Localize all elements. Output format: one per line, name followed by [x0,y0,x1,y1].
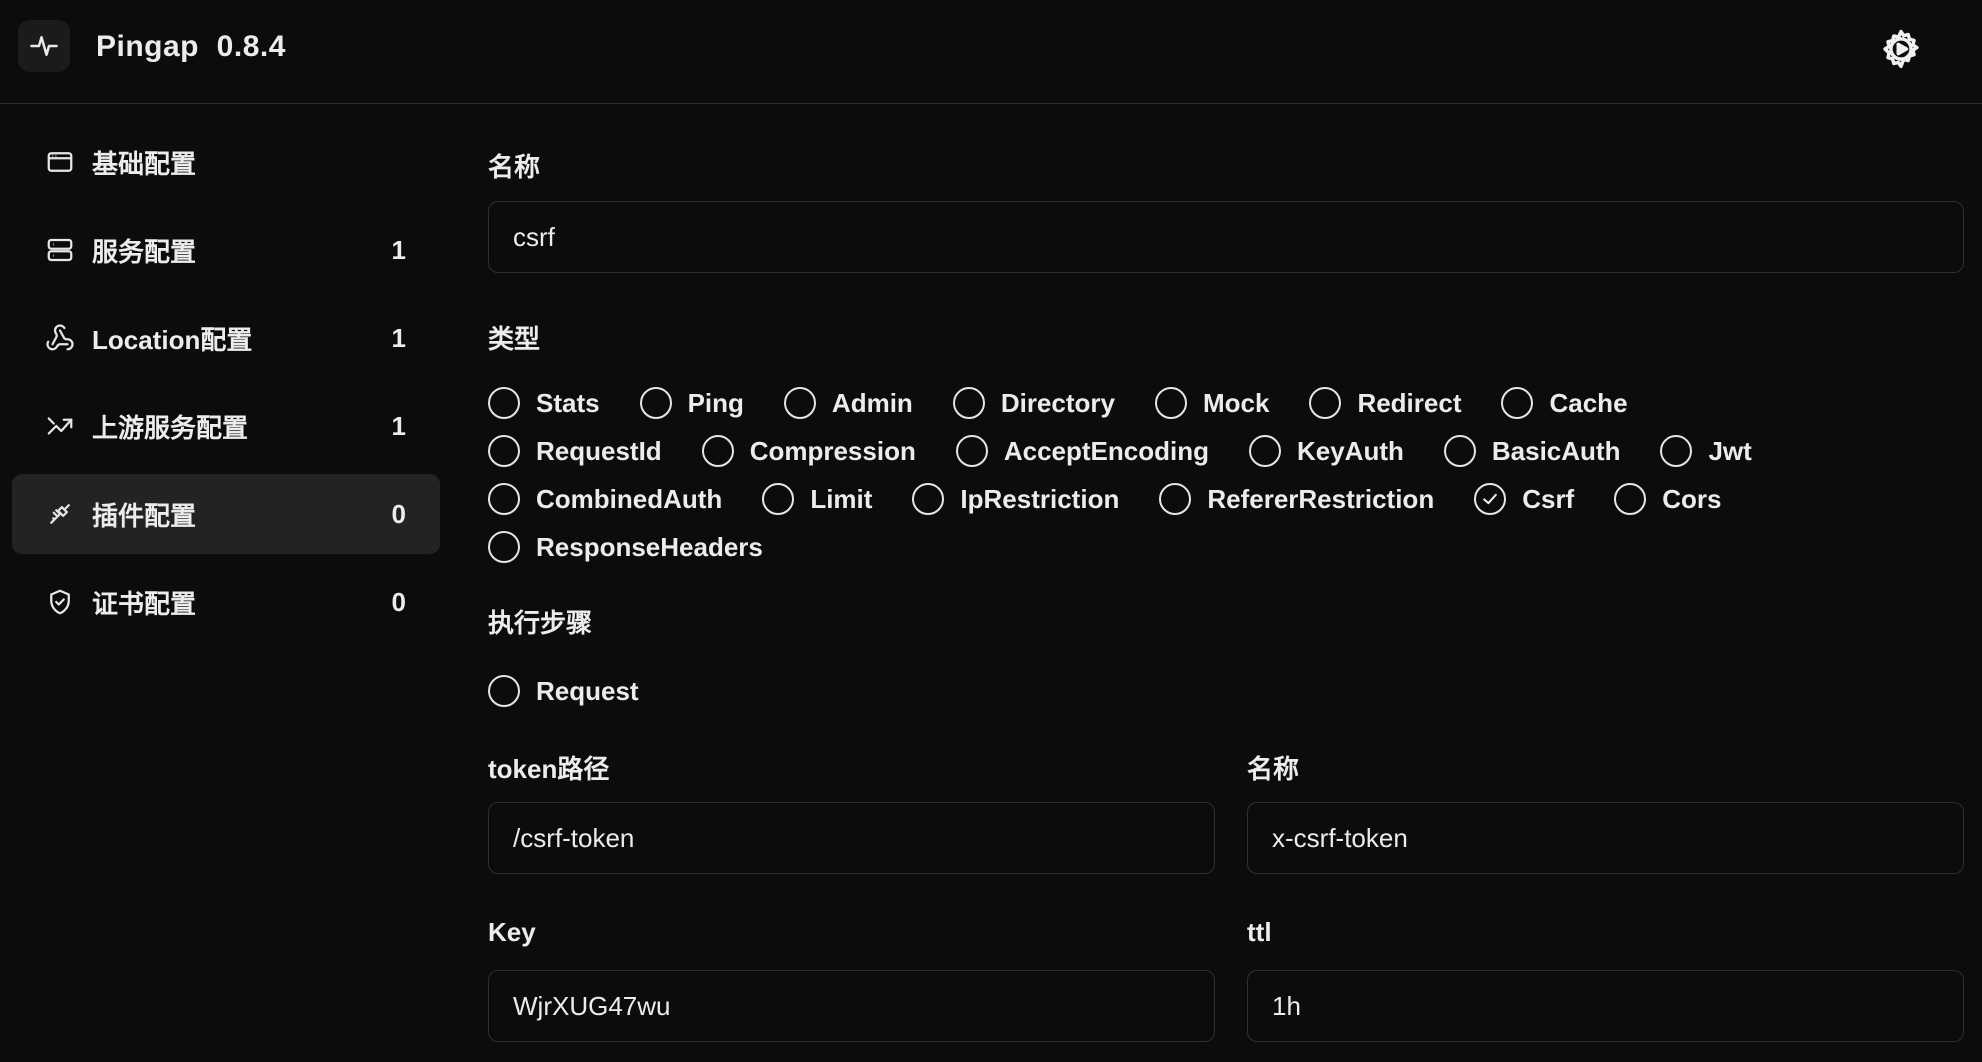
type-option-iprestriction[interactable]: IpRestriction [912,483,1119,515]
sidebar-item-label: 服务配置 [92,236,197,267]
app-logo[interactable] [18,20,70,72]
name-label: 名称 [488,152,541,182]
type-option-cache[interactable]: Cache [1501,387,1628,419]
sidebar-item-label: 证书配置 [92,588,197,619]
key-label: Key [488,917,536,947]
radio-circle-icon [1443,435,1476,467]
token-path-input[interactable] [488,802,1215,874]
type-option-directory[interactable]: Directory [952,387,1115,419]
radio-circle-icon [1154,387,1187,419]
radio-circle-icon [488,531,520,563]
type-radio-row: ResponseHeaders [488,527,803,567]
radio-circle-icon [952,387,985,419]
type-option-keyauth[interactable]: KeyAuth [1248,435,1404,467]
radio-circle-icon [488,483,520,515]
radio-circle-icon [1501,387,1534,419]
sidebar-item-server-config[interactable]: 服务配置 1 [12,210,440,290]
type-option-basicauth[interactable]: BasicAuth [1443,435,1620,467]
type-option-acceptencoding[interactable]: AcceptEncoding [955,435,1209,467]
radio-circle-icon [701,435,734,467]
app-header: Pingap 0.8.4 [0,0,1982,104]
ttl-label: ttl [1247,917,1272,947]
sidebar-item-label: Location配置 [92,324,253,355]
key-input[interactable] [488,970,1215,1042]
gear-play-icon [1883,29,1919,69]
type-option-responseheaders[interactable]: ResponseHeaders [488,531,763,563]
type-option-requestid[interactable]: RequestId [488,435,662,467]
ttl-input[interactable] [1247,970,1964,1042]
sidebar-item-label: 基础配置 [92,148,197,179]
radio-circle-icon [639,387,672,419]
sidebar-item-cert-config[interactable]: 证书配置 0 [12,562,440,642]
type-option-mock[interactable]: Mock [1154,387,1269,419]
radio-circle-icon [488,435,520,467]
radio-circle-icon [1248,435,1281,467]
plug-icon [44,498,76,530]
trending-up-icon [44,410,76,442]
sidebar-nav: 基础配置 服务配置 1 Location配置 1 上游服务配置 1 插件配置 0 [0,105,450,1062]
radio-circle-icon [1159,483,1192,515]
radio-circle-icon [1614,483,1647,515]
radio-circle-icon [1309,387,1342,419]
type-option-csrf[interactable]: Csrf [1474,483,1574,515]
sidebar-item-upstream-config[interactable]: 上游服务配置 1 [12,386,440,466]
type-radio-row: RequestId Compression AcceptEncoding Key… [488,431,1792,471]
step-option-request[interactable]: Request [488,675,639,707]
sidebar-item-count: 1 [391,410,406,441]
token-name-label: 名称 [1247,754,1300,784]
sidebar-item-location-config[interactable]: Location配置 1 [12,298,440,378]
type-radio-row: Stats Ping Admin Directory Mock Redirect… [488,383,1668,423]
radio-circle-icon [488,387,520,419]
sidebar-item-basic-config[interactable]: 基础配置 [12,122,440,202]
type-option-cors[interactable]: Cors [1614,483,1721,515]
type-label: 类型 [488,324,541,354]
type-option-stats[interactable]: Stats [488,387,600,419]
browser-window-icon [44,146,76,178]
sidebar-item-count: 0 [391,586,406,617]
app-title: Pingap 0.8.4 [96,30,286,63]
step-radio-row: Request [488,671,679,711]
sidebar-item-count: 1 [391,234,406,265]
token-name-input[interactable] [1247,802,1964,874]
radio-checked-icon [1474,483,1507,515]
radio-circle-icon [783,387,816,419]
type-option-jwt[interactable]: Jwt [1660,435,1752,467]
sidebar-item-label: 插件配置 [92,500,197,531]
sidebar-item-plugin-config[interactable]: 插件配置 0 [12,474,440,554]
token-path-label: token路径 [488,754,610,784]
type-radio-row: CombinedAuth Limit IpRestriction Referer… [488,479,1761,519]
settings-button[interactable] [1878,26,1924,72]
type-option-redirect[interactable]: Redirect [1309,387,1461,419]
activity-pulse-icon [30,36,58,56]
type-option-admin[interactable]: Admin [783,387,913,419]
shield-check-icon [44,586,76,618]
webhook-icon [44,322,76,354]
sidebar-item-count: 1 [391,322,406,353]
sidebar-item-count: 0 [391,498,406,529]
radio-circle-icon [1660,435,1693,467]
radio-circle-icon [955,435,988,467]
server-icon [44,234,76,266]
plugin-form: 名称 类型 Stats Ping Admin Directory Mock Re… [488,105,1964,1062]
type-option-combinedauth[interactable]: CombinedAuth [488,483,722,515]
radio-circle-icon [912,483,945,515]
type-option-ping[interactable]: Ping [639,387,744,419]
sidebar-item-label: 上游服务配置 [92,412,249,443]
type-option-compression[interactable]: Compression [701,435,916,467]
type-option-limit[interactable]: Limit [762,483,872,515]
type-option-refererrestriction[interactable]: RefererRestriction [1159,483,1434,515]
step-label: 执行步骤 [488,608,593,638]
name-input[interactable] [488,201,1964,273]
radio-circle-icon [762,483,795,515]
radio-circle-icon [488,675,520,707]
